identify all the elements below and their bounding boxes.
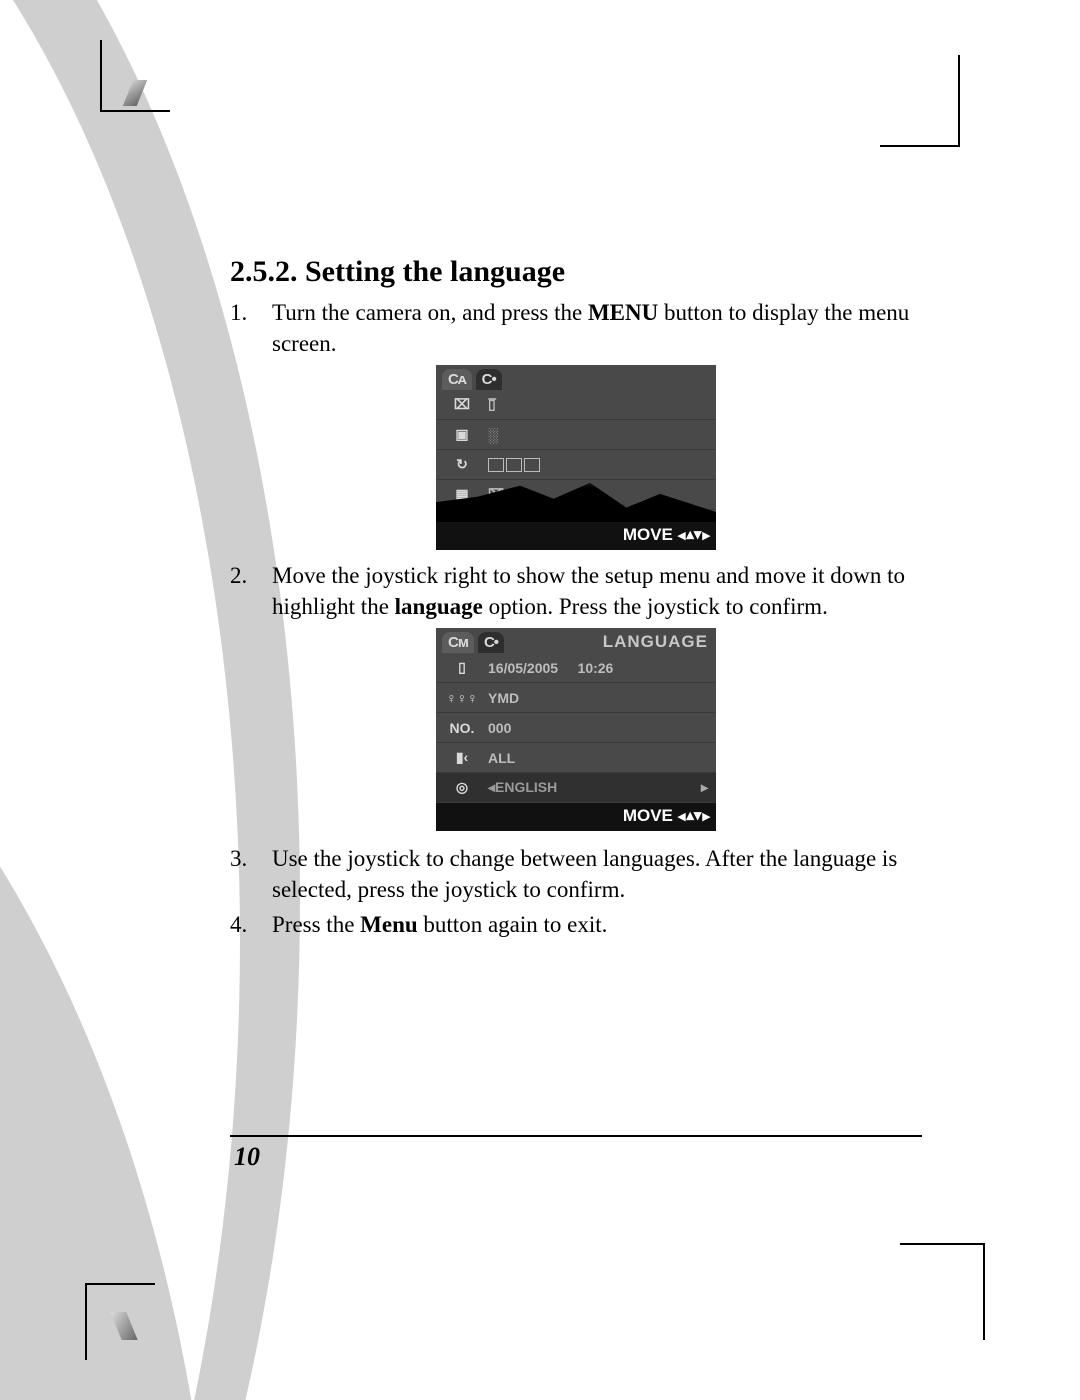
step-text: Press the Menu button again to exit. — [272, 909, 922, 940]
move-label: MOVE — [623, 806, 673, 826]
lcd-row: ▣ ░ — [436, 420, 716, 450]
lcd-tab: C• — [478, 632, 504, 653]
date-value: 16/05/2005 — [488, 660, 558, 676]
row-icon: ▯ — [444, 659, 480, 676]
row-icon: ◎ — [444, 779, 480, 796]
lcd-row: ⌧ ▯̅ — [436, 390, 716, 420]
row-value: YMD — [488, 690, 708, 706]
crop-mark — [880, 145, 960, 147]
content-column: 2.5.2. Setting the language 1. Turn the … — [230, 255, 922, 944]
step-text: Turn the camera on, and press the MENU b… — [272, 297, 922, 359]
lcd-tab: Cᴍ — [442, 632, 474, 653]
menu-keyword: Menu — [360, 912, 418, 937]
text: Turn the camera on, and press the — [272, 300, 588, 325]
camera-lcd: Cᴀ C• ⌧ ▯̅ ▣ ░ ↻ ▦ ⌧ — [436, 365, 716, 550]
menu-keyword: MENU — [588, 300, 658, 325]
move-label: MOVE — [623, 525, 673, 545]
lcd-row: ▯ 16/05/2005 10:26 — [436, 653, 716, 683]
lcd-row: ▦ ⌧ — [436, 480, 716, 510]
text: button again to exit. — [418, 912, 608, 937]
row-icon: ▣ — [444, 426, 480, 443]
lcd-tab: C• — [476, 369, 502, 390]
lcd-row: ♀♀♀ YMD — [436, 683, 716, 713]
row-value — [488, 458, 708, 472]
lcd-figure-2: Cᴍ C• LANGUAGE ▯ 16/05/2005 10:26 ♀♀♀ YM… — [230, 628, 922, 831]
arrow-cluster-icon: ◂▴▾▸ — [678, 807, 710, 825]
row-value: ▯̅ — [488, 396, 708, 413]
step-list: 3. Use the joystick to change between la… — [230, 843, 922, 940]
row-icon: ♀♀♀ — [444, 690, 480, 706]
step-4: 4. Press the Menu button again to exit. — [230, 909, 922, 940]
text: option. Press the joystick to confirm. — [483, 594, 828, 619]
crop-mark — [100, 40, 102, 110]
step-number: 3. — [230, 843, 248, 905]
crop-mark — [983, 1245, 985, 1340]
step-number: 1. — [230, 297, 248, 359]
step-number: 4. — [230, 909, 248, 940]
arrow-right-icon: ▸ — [701, 779, 708, 796]
step-list: 2. Move the joystick right to show the s… — [230, 560, 922, 622]
text: Press the — [272, 912, 360, 937]
step-text: Use the joystick to change between langu… — [272, 843, 922, 905]
arrow-cluster-icon: ◂▴▾▸ — [678, 526, 710, 544]
step-number: 2. — [230, 560, 248, 622]
step-text: Move the joystick right to show the setu… — [272, 560, 922, 622]
row-value: ◂ENGLISH — [488, 779, 693, 796]
lcd-row-selected: ◎ ◂ENGLISH ▸ — [436, 773, 716, 803]
step-1: 1. Turn the camera on, and press the MEN… — [230, 297, 922, 359]
row-icon: ↻ — [444, 456, 480, 473]
crop-mark — [85, 1285, 87, 1360]
lcd-footer: MOVE ◂▴▾▸ — [436, 522, 716, 550]
row-icon: ▦ — [444, 486, 480, 503]
language-keyword: language — [395, 594, 483, 619]
lcd-figure-1: Cᴀ C• ⌧ ▯̅ ▣ ░ ↻ ▦ ⌧ — [230, 365, 922, 550]
manual-page: 2.5.2. Setting the language 1. Turn the … — [0, 0, 1080, 1400]
row-value: 000 — [488, 720, 708, 736]
crop-mark — [85, 1283, 155, 1285]
crop-mark — [100, 110, 170, 112]
row-value: ⌧ — [488, 486, 708, 503]
lcd-tabbar: Cᴍ C• — [436, 628, 510, 653]
row-value: ░ — [488, 427, 708, 443]
row-value: 16/05/2005 10:26 — [488, 660, 708, 676]
lcd-row: ▮‹ ALL — [436, 743, 716, 773]
row-icon: ▮‹ — [444, 749, 480, 766]
row-value: ALL — [488, 750, 708, 766]
row-icon: ⌧ — [444, 396, 480, 413]
lcd-tabbar: Cᴀ C• — [436, 365, 716, 390]
step-list: 1. Turn the camera on, and press the MEN… — [230, 297, 922, 359]
lcd-row: ↻ — [436, 450, 716, 480]
crop-mark — [900, 1243, 985, 1245]
step-3: 3. Use the joystick to change between la… — [230, 843, 922, 905]
lcd-footer: MOVE ◂▴▾▸ — [436, 803, 716, 831]
time-value: 10:26 — [578, 660, 614, 676]
page-rule — [230, 1135, 922, 1137]
lcd-tab: Cᴀ — [442, 369, 472, 390]
page-number: 10 — [234, 1142, 260, 1172]
step-2: 2. Move the joystick right to show the s… — [230, 560, 922, 622]
lcd-title: LANGUAGE — [603, 632, 708, 652]
section-heading: 2.5.2. Setting the language — [230, 255, 922, 289]
lcd-row: NO. 000 — [436, 713, 716, 743]
row-icon: NO. — [444, 720, 480, 736]
camera-lcd: Cᴍ C• LANGUAGE ▯ 16/05/2005 10:26 ♀♀♀ YM… — [436, 628, 716, 831]
crop-mark — [958, 55, 960, 145]
